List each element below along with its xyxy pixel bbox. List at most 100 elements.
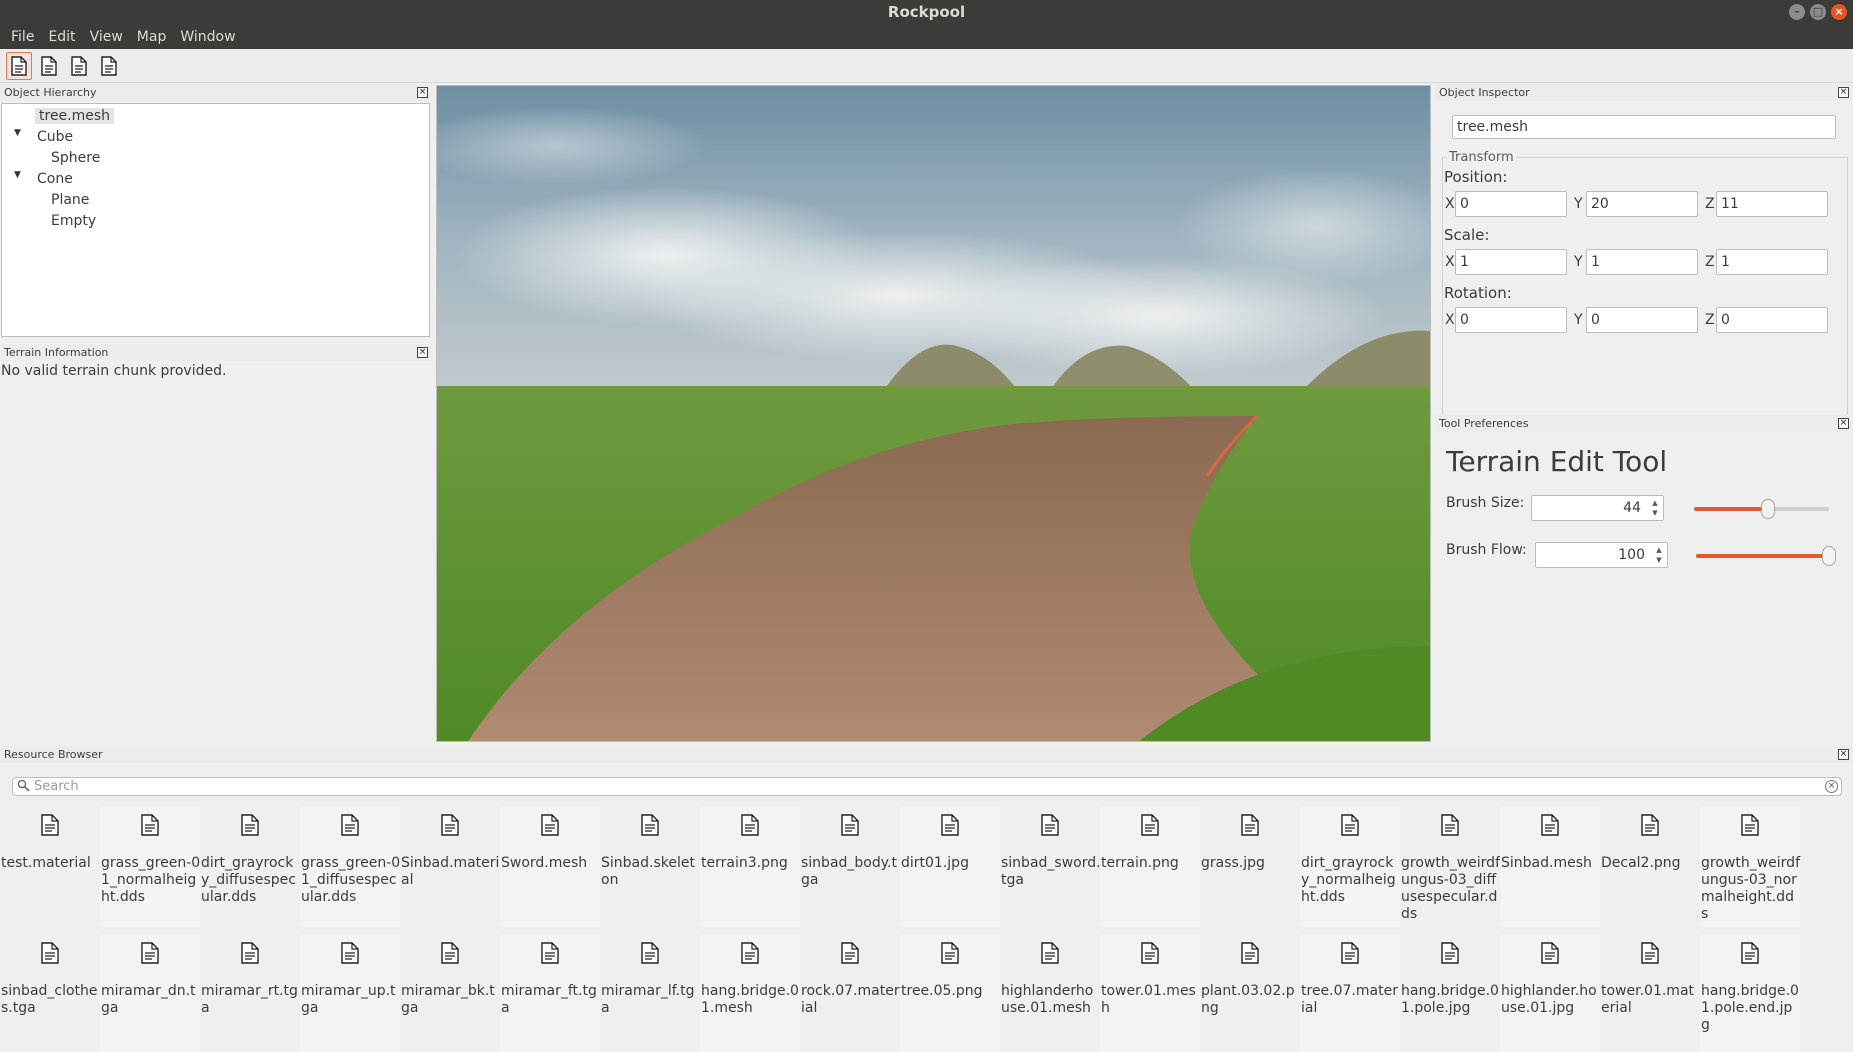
menu-edit[interactable]: Edit	[41, 25, 82, 49]
close-icon[interactable]: ×	[417, 87, 428, 98]
toolbar-button-4[interactable]	[96, 52, 122, 80]
close-icon[interactable]: ×	[417, 347, 428, 358]
file-icon	[141, 814, 159, 841]
close-icon[interactable]: ×	[1838, 418, 1849, 429]
toolbar-button-3[interactable]	[66, 52, 92, 80]
position-z-field[interactable]: 11	[1716, 191, 1828, 217]
resource-item[interactable]: growth_weirdfungus-03_diffusespecular.dd…	[1400, 807, 1500, 927]
tree-item-plane[interactable]: Plane	[51, 190, 89, 210]
resource-item[interactable]: hang.bridge.01.pole.end.jpg	[1700, 935, 1800, 1052]
resource-item[interactable]: Sinbad.mesh	[1500, 807, 1600, 927]
file-icon	[1341, 942, 1359, 969]
file-icon	[41, 942, 59, 969]
close-icon[interactable]: ×	[1838, 749, 1849, 760]
scale-z-field[interactable]: 1	[1716, 249, 1828, 275]
resource-item[interactable]: tree.07.material	[1300, 935, 1400, 1052]
resource-item[interactable]: tower.01.mesh	[1100, 935, 1200, 1052]
resource-item[interactable]: miramar_rt.tga	[200, 935, 300, 1052]
resource-item[interactable]: grass_green-01_normalheight.dds	[100, 807, 200, 927]
slider-fill	[1694, 507, 1769, 511]
resource-item[interactable]: tower.01.material	[1600, 935, 1700, 1052]
resource-item[interactable]: miramar_dn.tga	[100, 935, 200, 1052]
scale-x-field[interactable]: 1	[1455, 249, 1567, 275]
resource-item[interactable]: hang.bridge.01.mesh	[700, 935, 800, 1052]
resource-name: test.material	[1, 855, 91, 871]
resource-item[interactable]: dirt01.jpg	[900, 807, 1000, 927]
resource-item[interactable]: Sinbad.material	[400, 807, 500, 927]
position-y-field[interactable]: 20	[1586, 191, 1698, 217]
slider-fill	[1696, 554, 1829, 558]
resource-item[interactable]: terrain.png	[1100, 807, 1200, 927]
slider-handle[interactable]	[1761, 499, 1776, 519]
resource-item[interactable]: dirt_grayrocky_normalheight.dds	[1300, 807, 1400, 927]
resource-item[interactable]: miramar_ft.tga	[500, 935, 600, 1052]
brush-flow-spinbox[interactable]: 100 ▲ ▼	[1535, 542, 1668, 568]
resource-item[interactable]: miramar_bk.tga	[400, 935, 500, 1052]
menu-file[interactable]: File	[4, 25, 41, 49]
terrain-information-panel: Terrain Information × No valid terrain c…	[0, 344, 432, 744]
resource-item[interactable]: hang.bridge.01.pole.jpg	[1400, 935, 1500, 1052]
rotation-x-field[interactable]: 0	[1455, 307, 1567, 333]
rotation-z-field[interactable]: 0	[1716, 307, 1828, 333]
resource-item[interactable]: dirt_grayrocky_diffusespecular.dds	[200, 807, 300, 927]
tree-item-tree-mesh[interactable]: tree.mesh	[35, 106, 115, 126]
menu-window[interactable]: Window	[173, 25, 242, 49]
resource-item[interactable]: grass.jpg	[1200, 807, 1300, 927]
resource-name: rock.07.material	[801, 983, 900, 1016]
menu-view[interactable]: View	[83, 25, 130, 49]
maximize-icon[interactable]: □	[1810, 4, 1826, 20]
close-icon[interactable]: ×	[1838, 87, 1849, 98]
brush-size-spinbox[interactable]: 44 ▲ ▼	[1531, 495, 1664, 521]
resource-item[interactable]: tree.05.png	[900, 935, 1000, 1052]
resource-item[interactable]: Sword.mesh	[500, 807, 600, 927]
resource-item[interactable]: rock.07.material	[800, 935, 900, 1052]
resource-name: tree.05.png	[901, 983, 983, 999]
spin-arrows-icon[interactable]: ▲ ▼	[1649, 498, 1661, 518]
tool-name-heading: Terrain Edit Tool	[1446, 445, 1668, 478]
resource-name: Sinbad.material	[401, 855, 500, 888]
resource-item[interactable]: Sinbad.skeleton	[600, 807, 700, 927]
scale-y-field[interactable]: 1	[1586, 249, 1698, 275]
file-icon	[641, 814, 659, 841]
object-name-field[interactable]: tree.mesh	[1452, 115, 1836, 139]
resource-item[interactable]: sinbad_clothes.tga	[0, 935, 100, 1052]
position-label: Position:	[1444, 168, 1508, 186]
toolbar-button-new[interactable]	[6, 51, 32, 80]
rotation-y-field[interactable]: 0	[1586, 307, 1698, 333]
resource-item[interactable]: sinbad_body.tga	[800, 807, 900, 927]
window-title: Rockpool	[887, 3, 966, 21]
resource-item[interactable]: miramar_up.tga	[300, 935, 400, 1052]
spin-arrows-icon[interactable]: ▲ ▼	[1653, 545, 1665, 565]
expand-arrow-icon[interactable]: ▼	[14, 170, 21, 180]
resource-item[interactable]: growth_weirdfungus-03_normalheight.dds	[1700, 807, 1800, 927]
brush-flow-slider[interactable]	[1696, 546, 1836, 566]
resource-item[interactable]: grass_green-01_diffusespecular.dds	[300, 807, 400, 927]
menu-map[interactable]: Map	[130, 25, 174, 49]
tree-item-sphere[interactable]: Sphere	[51, 148, 100, 168]
brush-flow-label: Brush Flow:	[1446, 542, 1527, 558]
file-icon	[941, 942, 959, 969]
file-icon	[1541, 942, 1559, 969]
brush-size-slider[interactable]	[1694, 499, 1829, 519]
expand-arrow-icon[interactable]: ▼	[14, 128, 21, 138]
tree-item-cone[interactable]: Cone	[37, 169, 73, 189]
resource-search-input[interactable]: Search ×	[12, 777, 1842, 796]
tree-item-empty[interactable]: Empty	[51, 211, 96, 231]
resource-name: grass_green-01_normalheight.dds	[101, 855, 201, 905]
resource-item[interactable]: highlanderhouse.01.mesh	[1000, 935, 1100, 1052]
close-icon[interactable]: ×	[1831, 4, 1847, 20]
resource-item[interactable]: sinbad_sword.tga	[1000, 807, 1101, 927]
clear-search-icon[interactable]: ×	[1825, 780, 1838, 793]
resource-item[interactable]: plant.03.02.png	[1200, 935, 1300, 1052]
tree-item-cube[interactable]: Cube	[37, 127, 73, 147]
minimize-icon[interactable]: –	[1789, 4, 1805, 20]
resource-item[interactable]: miramar_lf.tga	[600, 935, 700, 1052]
scene-viewport[interactable]	[436, 85, 1431, 742]
resource-item[interactable]: terrain3.png	[700, 807, 800, 927]
resource-item[interactable]: Decal2.png	[1600, 807, 1700, 927]
resource-item[interactable]: test.material	[0, 807, 100, 927]
position-x-field[interactable]: 0	[1455, 191, 1567, 217]
resource-item[interactable]: highlander.house.01.jpg	[1500, 935, 1600, 1052]
toolbar-button-2[interactable]	[36, 52, 62, 80]
slider-handle[interactable]	[1822, 546, 1836, 566]
